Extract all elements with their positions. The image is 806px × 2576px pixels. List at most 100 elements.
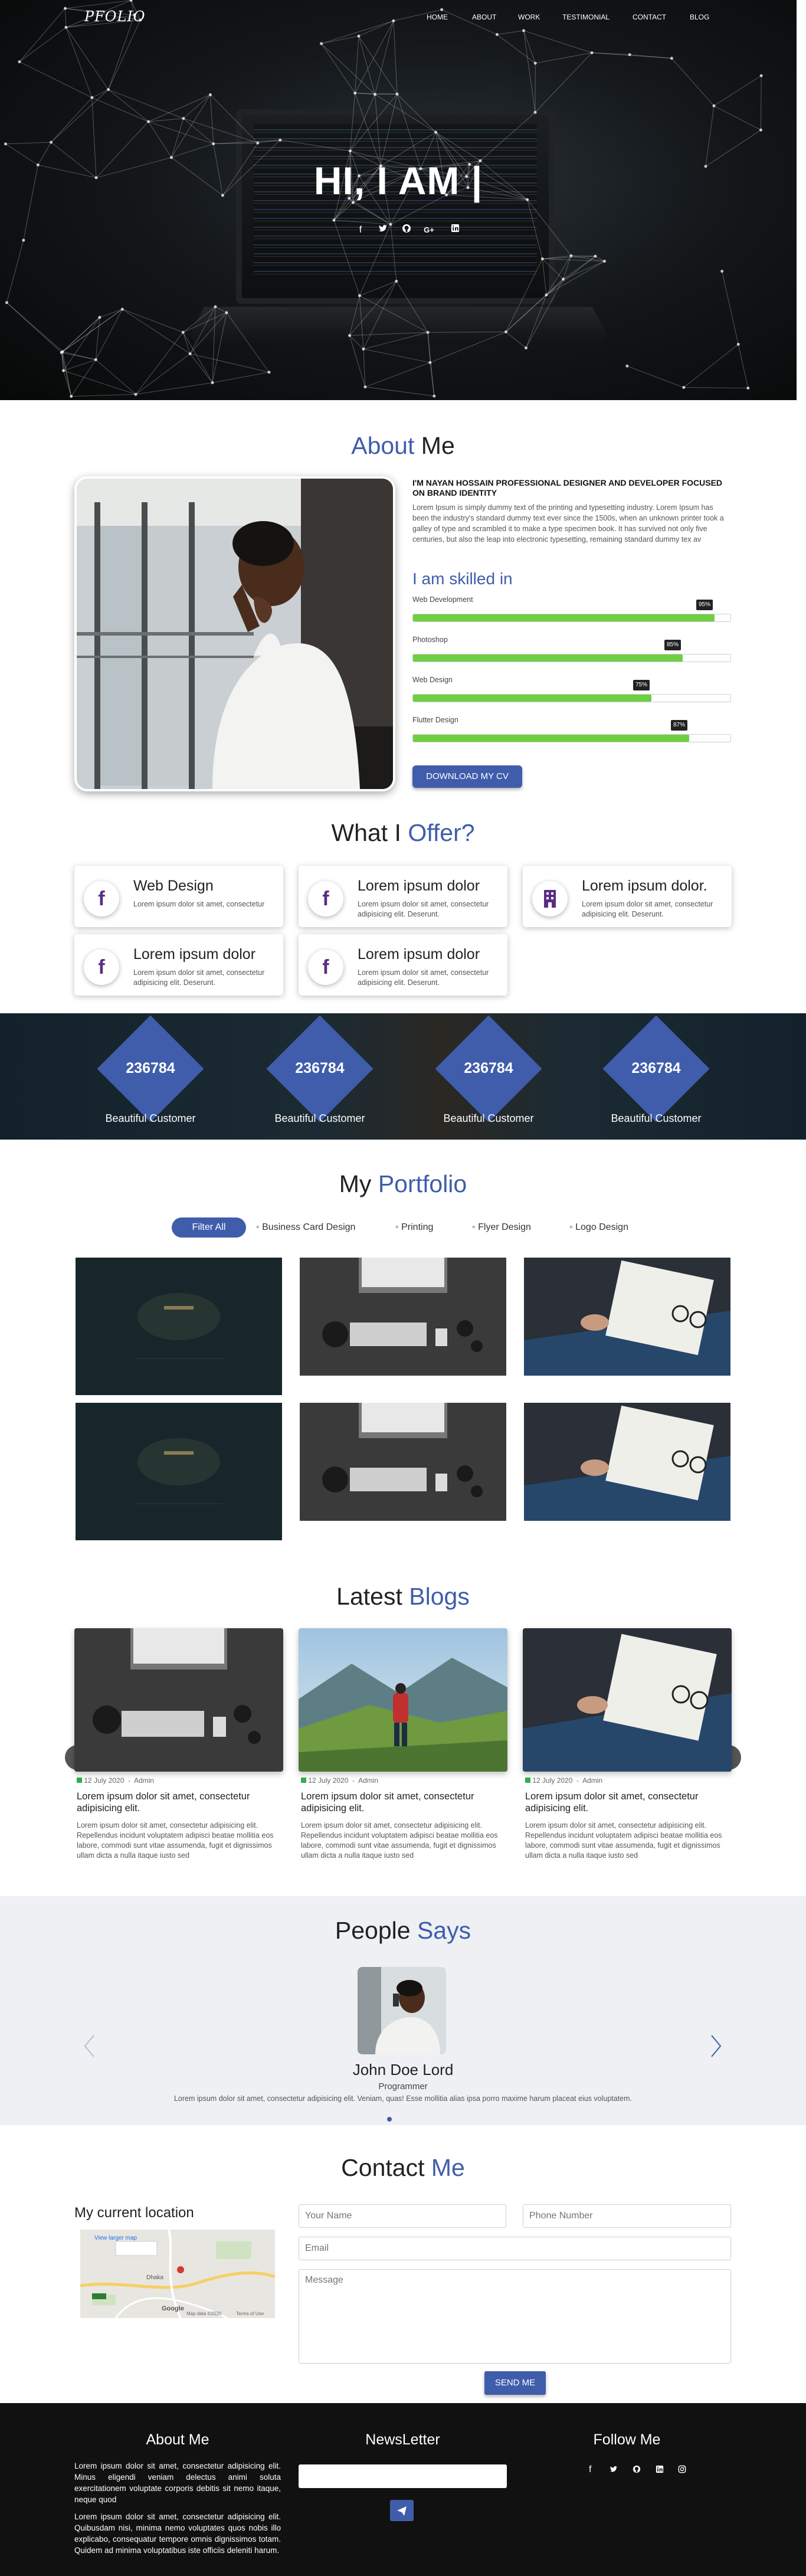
view-larger-map-link[interactable]: View larger map: [94, 2235, 137, 2241]
filter-all-button[interactable]: Filter All: [172, 1217, 246, 1238]
filter-flyer-design[interactable]: ◦ Flyer Design: [472, 1222, 531, 1233]
network-node: [362, 347, 365, 351]
network-node: [590, 51, 594, 54]
network-node: [682, 386, 686, 389]
network-line: [91, 89, 109, 98]
offer-card[interactable]: Lorem ipsum dolor. Lorem ipsum dolor sit…: [523, 866, 732, 927]
google-plus-icon[interactable]: G+: [422, 224, 435, 237]
network-line: [280, 139, 350, 152]
network-node: [182, 117, 185, 120]
send-button[interactable]: SEND ME: [484, 2371, 546, 2395]
nav-contact[interactable]: CONTACT: [633, 13, 666, 24]
skill-percent-badge: 75%: [633, 680, 650, 690]
message-textarea[interactable]: [299, 2269, 731, 2364]
network-line: [358, 20, 394, 37]
blog-image: [299, 1628, 507, 1772]
offer-card[interactable]: f Web Design Lorem ipsum dolor sit amet,…: [74, 866, 283, 927]
phone-input[interactable]: [523, 2204, 731, 2228]
offer-card[interactable]: f Lorem ipsum dolor Lorem ipsum dolor si…: [299, 866, 507, 927]
network-line: [497, 30, 524, 35]
blog-title[interactable]: Lorem ipsum dolor sit amet, consectetur …: [301, 1791, 507, 1814]
nav-blog[interactable]: BLOG: [690, 13, 709, 24]
network-node: [533, 61, 537, 65]
testimonial-next-arrow[interactable]: [710, 2034, 722, 2058]
portfolio-item[interactable]: [300, 1403, 506, 1521]
map-data-label: Map data ©2020: [186, 2311, 222, 2316]
network-node: [134, 392, 137, 396]
footer-facebook-icon[interactable]: f: [589, 2464, 591, 2475]
network-line: [108, 15, 135, 90]
nav-testimonial[interactable]: TESTIMONIAL: [562, 13, 610, 24]
network-line: [365, 387, 434, 397]
testimonial-role: Programmer: [378, 2081, 428, 2091]
map-place-label: Dhaka: [146, 2274, 163, 2281]
network-node: [670, 57, 673, 60]
network-node: [540, 257, 544, 261]
twitter-icon[interactable]: [376, 224, 389, 237]
offer-card[interactable]: f Lorem ipsum dolor Lorem ipsum dolor si…: [299, 934, 507, 996]
portfolio-item[interactable]: [524, 1258, 730, 1376]
filter-printing[interactable]: ◦ Printing: [395, 1222, 433, 1233]
nav-home[interactable]: HOME: [427, 13, 448, 24]
footer-instagram-icon[interactable]: [678, 2465, 686, 2476]
site-logo[interactable]: PFOLIO: [84, 8, 146, 25]
footer-github-icon[interactable]: [633, 2465, 641, 2476]
carousel-dot-active[interactable]: [387, 2117, 392, 2122]
portfolio-item[interactable]: [524, 1403, 730, 1521]
linkedin-icon[interactable]: [448, 224, 461, 237]
newsletter-submit-button[interactable]: [390, 2500, 414, 2521]
network-node: [720, 270, 724, 273]
google-map[interactable]: View larger map Dhaka Google Map data ©2…: [80, 2230, 275, 2318]
testimonial-name: John Doe Lord: [352, 2061, 454, 2079]
blog-image: [74, 1628, 283, 1772]
newsletter-email-input[interactable]: [299, 2464, 507, 2488]
blog-card[interactable]: 12 July 2020 - Admin Lorem ipsum dolor s…: [523, 1628, 732, 1870]
offer-card[interactable]: f Lorem ipsum dolor Lorem ipsum dolor si…: [74, 934, 283, 996]
portfolio-item[interactable]: [76, 1258, 282, 1395]
network-node: [70, 395, 73, 398]
network-node: [433, 394, 436, 398]
network-line: [563, 256, 572, 280]
network-line: [61, 309, 123, 353]
counter-label: Beautiful Customer: [611, 1112, 702, 1124]
network-line: [358, 35, 398, 94]
filter-logo-design[interactable]: ◦ Logo Design: [569, 1222, 628, 1233]
email-input[interactable]: [299, 2237, 731, 2260]
network-line: [333, 202, 353, 221]
footer-twitter-icon[interactable]: [610, 2465, 618, 2476]
blog-image: [523, 1628, 732, 1772]
nav-work[interactable]: WORK: [518, 13, 540, 24]
portfolio-item[interactable]: [300, 1258, 506, 1376]
facebook-icon: f: [84, 881, 119, 917]
filter-business-card[interactable]: ◦ Business Card Design: [256, 1222, 355, 1233]
network-node: [22, 238, 25, 242]
network-node: [522, 29, 526, 32]
blog-card[interactable]: 12 July 2020 - Admin Lorem ipsum dolor s…: [299, 1628, 507, 1870]
network-line: [506, 279, 563, 332]
network-line: [63, 317, 100, 371]
footer-linkedin-icon[interactable]: [656, 2465, 664, 2476]
download-cv-button[interactable]: DOWNLOAD MY CV: [412, 765, 522, 788]
network-line: [171, 118, 184, 158]
facebook-icon[interactable]: f: [354, 224, 367, 237]
nav-about[interactable]: ABOUT: [472, 13, 496, 24]
network-line: [359, 295, 364, 349]
blog-title[interactable]: Lorem ipsum dolor sit amet, consectetur …: [525, 1791, 732, 1814]
blog-title[interactable]: Lorem ipsum dolor sit amet, consectetur …: [77, 1791, 283, 1814]
about-title-rest: Me: [421, 432, 455, 459]
network-line: [374, 94, 381, 166]
map-terms-link[interactable]: Terms of Use: [236, 2311, 264, 2316]
testimonial-prev-arrow[interactable]: [83, 2034, 95, 2058]
facebook-icon: f: [308, 881, 343, 917]
name-input[interactable]: [299, 2204, 506, 2228]
offer-card-text: Lorem ipsum dolor sit amet, consectetur …: [358, 900, 489, 918]
network-line: [542, 258, 605, 262]
blog-card[interactable]: 12 July 2020 - Admin Lorem ipsum dolor s…: [74, 1628, 283, 1870]
network-line: [355, 36, 359, 93]
network-line: [713, 75, 762, 106]
network-line: [523, 30, 536, 113]
network-node: [5, 301, 8, 305]
github-icon[interactable]: [400, 224, 413, 237]
portfolio-item[interactable]: [76, 1403, 282, 1540]
footer-about-title: About Me: [146, 2431, 209, 2448]
